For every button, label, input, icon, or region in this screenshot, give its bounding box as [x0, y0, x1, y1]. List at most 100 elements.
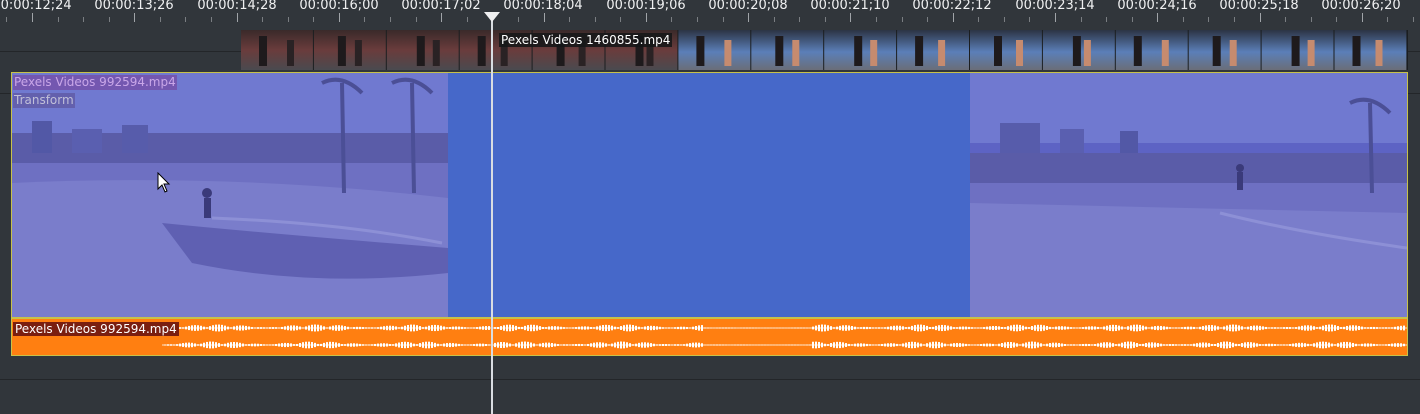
waveform-bar [638, 326, 640, 330]
audio-clip[interactable]: Pexels Videos 992594.mp4 [11, 318, 1408, 356]
waveform-bar [1193, 326, 1195, 330]
waveform-bar [224, 325, 226, 331]
clip-thumbnail-frame [970, 30, 1042, 70]
waveform-bar [935, 341, 937, 349]
waveform-bar [854, 326, 856, 330]
waveform-bar [956, 342, 958, 348]
clip-thumbnail-frame [678, 30, 751, 70]
waveform-bar [428, 325, 430, 331]
waveform-bar [1028, 341, 1030, 349]
waveform-bar [1340, 342, 1342, 348]
waveform-bar [599, 325, 601, 331]
waveform-bar [578, 343, 580, 347]
waveform-bar [1019, 344, 1021, 346]
waveform-bar [842, 325, 844, 331]
waveform-bar [641, 327, 643, 329]
timeline-ruler[interactable]: 00:00:12;24 00:00:13;26 00:00:14;28 00:0… [0, 0, 1420, 22]
waveform-bar [1118, 325, 1120, 331]
waveform-bar [578, 326, 580, 330]
waveform-bar [458, 343, 460, 347]
waveform-bar [1097, 343, 1099, 347]
waveform-bar [1076, 327, 1078, 329]
waveform-bar [377, 327, 379, 329]
playhead-marker-icon[interactable] [484, 12, 500, 22]
waveform-bar [287, 325, 289, 331]
waveform-bar [341, 344, 343, 346]
waveform-bar [1202, 326, 1204, 330]
waveform-bar [188, 325, 190, 331]
waveform-bar [1019, 324, 1021, 332]
waveform-bar [1157, 325, 1159, 331]
waveform-bar [1334, 344, 1336, 346]
waveform-bar [965, 326, 967, 330]
waveform-bar [962, 326, 964, 330]
clip-thumbnail-frame [313, 30, 386, 70]
waveform-bar [1271, 327, 1273, 329]
waveform-bar [1136, 324, 1138, 332]
waveform-bar [332, 341, 334, 349]
waveform-bar [1385, 327, 1387, 329]
waveform-bar [602, 342, 604, 348]
waveform-bar [1346, 325, 1348, 331]
waveform-bar [620, 341, 622, 349]
waveform-bar [1166, 326, 1168, 330]
waveform-bar [410, 342, 412, 348]
video-clip-top[interactable]: Pexels Videos 1460855.mp4 [241, 30, 1408, 70]
waveform-bar [740, 344, 742, 346]
waveform-bar [332, 325, 334, 331]
waveform-bar [479, 326, 481, 330]
waveform-bar [383, 343, 385, 347]
waveform-bar [479, 343, 481, 347]
waveform-bar [269, 327, 271, 329]
waveform-bar [344, 326, 346, 330]
waveform-bar [818, 341, 820, 349]
waveform-bar [1259, 344, 1261, 346]
waveform-bar [377, 343, 379, 347]
waveform-bar [893, 325, 895, 331]
waveform-bar [182, 343, 184, 347]
waveform-bar [923, 344, 925, 346]
waveform-bar [167, 344, 169, 346]
waveform-bar [1388, 327, 1390, 329]
waveform-bar [902, 343, 904, 347]
waveform-bar [209, 326, 211, 330]
waveform-bar [797, 327, 799, 329]
waveform-bar [1214, 344, 1216, 346]
waveform-bar [1364, 343, 1366, 347]
waveform-bar [1232, 342, 1234, 348]
clip-name-label: Pexels Videos 1460855.mp4 [499, 33, 673, 47]
waveform-bar [830, 343, 832, 347]
waveform-bar [824, 343, 826, 347]
waveform-bar [1043, 344, 1045, 346]
waveform-bar [683, 344, 685, 346]
waveform-bar [305, 326, 307, 330]
waveform-bar [1220, 327, 1222, 329]
waveform-bar [1124, 327, 1126, 329]
waveform-bar [1295, 327, 1297, 329]
waveform-bar [254, 343, 256, 347]
waveform-bar [1235, 324, 1237, 332]
waveform-bar [434, 342, 436, 348]
waveform-bar [869, 344, 871, 346]
waveform-bar [1154, 326, 1156, 330]
waveform-bar [1193, 343, 1195, 347]
waveform-bar [575, 327, 577, 329]
waveform-bar [362, 344, 364, 346]
waveform-bar [281, 326, 283, 330]
waveform-bar [350, 327, 352, 329]
playhead-line[interactable] [491, 14, 493, 414]
waveform-bar [1070, 327, 1072, 329]
waveform-bar [503, 325, 505, 331]
waveform-bar [905, 342, 907, 348]
waveform-bar [845, 325, 847, 331]
clip-thumbnail-frame [1334, 30, 1407, 70]
waveform-bar [1121, 326, 1123, 330]
ruler-timecode: 00:00:13;26 [94, 0, 174, 13]
waveform-bar [284, 326, 286, 330]
waveform-bar [866, 343, 868, 347]
waveform-bar [668, 344, 670, 346]
waveform-bar [986, 326, 988, 330]
waveform-bar [584, 326, 586, 330]
waveform-bar [299, 326, 301, 330]
video-clip-main[interactable]: Pexels Videos 992594.mp4 Transform [11, 72, 1408, 318]
